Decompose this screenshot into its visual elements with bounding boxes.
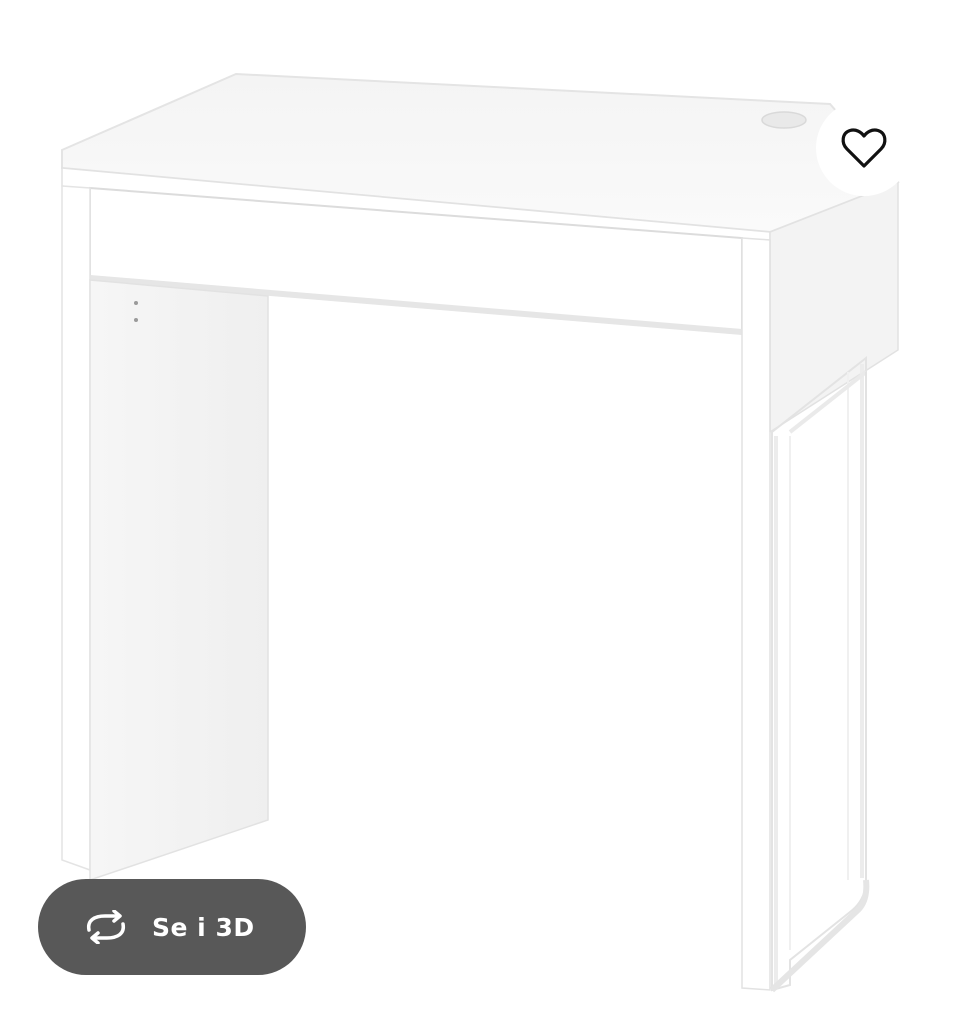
- rotate-arrows-icon: [80, 907, 132, 947]
- view-in-3d-button[interactable]: Se i 3D: [38, 879, 306, 975]
- product-gallery: Se i 3D: [0, 0, 960, 1023]
- favorite-button[interactable]: [816, 100, 912, 196]
- heart-icon: [841, 128, 887, 168]
- view-in-3d-label: Se i 3D: [152, 912, 255, 942]
